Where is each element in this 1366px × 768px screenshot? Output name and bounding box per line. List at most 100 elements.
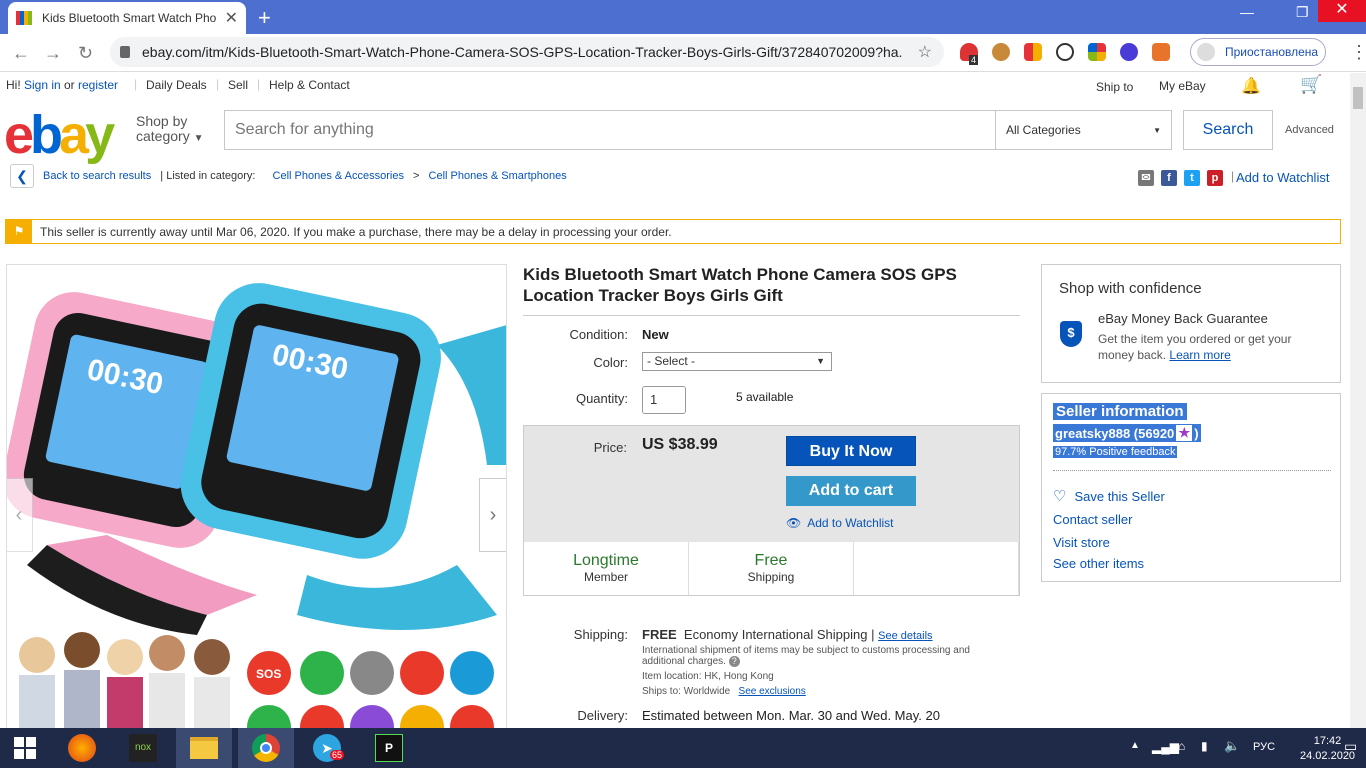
- contact-seller-link[interactable]: Contact seller: [1053, 512, 1132, 527]
- seller-name-link[interactable]: greatsky888: [1055, 426, 1130, 441]
- ship-to-link[interactable]: Ship to: [1096, 80, 1133, 94]
- signal-icon[interactable]: ▂▄▆: [1152, 740, 1179, 754]
- quantity-label: Quantity:: [575, 391, 628, 406]
- browser-menu-icon[interactable]: ⋮: [1350, 42, 1366, 63]
- back-to-results-link[interactable]: Back to search results: [43, 170, 151, 182]
- volume-icon[interactable]: 🔈: [1224, 738, 1240, 754]
- badge-row: Longtime Member Free Shipping: [524, 542, 1019, 595]
- telegram-badge: 65: [330, 750, 345, 760]
- help-icon[interactable]: ?: [728, 656, 740, 667]
- back-chevron-icon[interactable]: ❮: [10, 164, 34, 188]
- search-button[interactable]: Search: [1183, 110, 1273, 150]
- scrollbar-thumb[interactable]: [1353, 87, 1363, 109]
- add-to-watchlist-link-top[interactable]: Add to Watchlist: [1236, 170, 1329, 185]
- ebay-logo[interactable]: ebay: [4, 104, 115, 166]
- pinterest-icon[interactable]: p: [1207, 170, 1223, 186]
- sell-link[interactable]: Sell: [228, 78, 248, 92]
- tab-title: Kids Bluetooth Smart Watch Pho: [42, 11, 217, 25]
- page-scrollbar[interactable]: [1350, 73, 1366, 728]
- eye-icon: 👁: [786, 516, 802, 530]
- address-bar[interactable]: ebay.com/itm/Kids-Bluetooth-Smart-Watch-…: [110, 37, 944, 67]
- profile-button[interactable]: Приостановлена: [1190, 38, 1326, 66]
- forward-arrow-icon[interactable]: →: [44, 43, 62, 64]
- colorful-extension-icon[interactable]: [1088, 43, 1106, 61]
- image-prev-arrow[interactable]: ‹: [7, 478, 33, 552]
- breadcrumb-separator: >: [413, 170, 420, 182]
- cookie-extension-icon[interactable]: [992, 43, 1010, 61]
- minimize-button[interactable]: —: [1240, 4, 1254, 20]
- new-tab-button[interactable]: +: [258, 5, 271, 31]
- s-extension-icon[interactable]: [1120, 43, 1138, 61]
- available-count: 5 available: [736, 390, 794, 404]
- add-to-cart-button[interactable]: Add to cart: [786, 476, 916, 506]
- color-select[interactable]: - Select - ▼: [642, 352, 832, 371]
- product-image-panel[interactable]: 00:30 00:30 SOS ‹ ›: [6, 264, 507, 734]
- close-window-button[interactable]: ✕: [1318, 0, 1366, 22]
- browser-toolbar: ← → ↻ ebay.com/itm/Kids-Bluetooth-Smart-…: [0, 34, 1366, 72]
- cart-icon[interactable]: 🛒: [1300, 74, 1322, 95]
- daily-deals-link[interactable]: Daily Deals: [146, 78, 207, 92]
- chevron-down-icon: ▼: [816, 356, 825, 366]
- bell-icon[interactable]: 🔔: [1241, 76, 1261, 96]
- see-details-link[interactable]: See details: [878, 630, 932, 642]
- profile-label: Приостановлена: [1225, 45, 1319, 59]
- condition-label: Condition:: [569, 327, 628, 342]
- clock[interactable]: 17:42 24.02.2020: [1300, 734, 1355, 764]
- positive-feedback[interactable]: 97.7% Positive feedback: [1053, 446, 1178, 458]
- p-app-icon[interactable]: P: [364, 728, 414, 768]
- category-link-2[interactable]: Cell Phones & Smartphones: [429, 170, 567, 182]
- flag-icon: ⚑: [6, 220, 32, 243]
- seller-information-box: Seller information greatsky888 (56920 ★ …: [1041, 393, 1341, 582]
- advanced-search-link[interactable]: Advanced: [1285, 124, 1334, 136]
- twitter-icon[interactable]: t: [1184, 170, 1200, 186]
- house-extension-icon[interactable]: [1152, 43, 1170, 61]
- nox-icon[interactable]: nox: [118, 728, 168, 768]
- email-icon[interactable]: ✉: [1138, 170, 1154, 186]
- image-next-arrow[interactable]: ›: [479, 478, 506, 552]
- reload-icon[interactable]: ↻: [78, 43, 93, 64]
- facebook-icon[interactable]: f: [1161, 170, 1177, 186]
- shipping-line: FREE Economy International Shipping | Se…: [642, 627, 933, 642]
- dark-extension-icon[interactable]: [1056, 43, 1074, 61]
- search-input[interactable]: Search for anything: [225, 111, 995, 149]
- language-indicator[interactable]: РУС: [1253, 741, 1275, 753]
- alert-text: This seller is currently away until Mar …: [40, 224, 672, 239]
- category-link-1[interactable]: Cell Phones & Accessories: [273, 170, 404, 182]
- save-seller-link[interactable]: ♡ Save this Seller: [1053, 487, 1165, 505]
- help-contact-link[interactable]: Help & Contact: [269, 78, 350, 92]
- flag-extension-icon[interactable]: [1024, 43, 1042, 61]
- chevron-down-icon: ▼: [193, 133, 204, 144]
- learn-more-link[interactable]: Learn more: [1169, 348, 1230, 362]
- windows-taskbar: nox ➤ 65 P ▲ ▂▄▆ ⌂ ▮ 🔈 РУС ▭: [0, 728, 1366, 768]
- chrome-icon[interactable]: [238, 728, 294, 768]
- see-other-items-link[interactable]: See other items: [1053, 556, 1144, 571]
- feedback-score[interactable]: (56920: [1134, 426, 1174, 441]
- shop-by-category-button[interactable]: Shop by category ▼: [136, 114, 204, 146]
- bookmark-star-icon[interactable]: ☆: [918, 42, 932, 62]
- buy-it-now-button[interactable]: Buy It Now: [786, 436, 916, 466]
- telegram-icon[interactable]: ➤ 65: [302, 728, 352, 768]
- restore-button[interactable]: ❐: [1296, 4, 1309, 21]
- see-exclusions-link[interactable]: See exclusions: [739, 686, 806, 697]
- windows-start-icon[interactable]: [0, 728, 50, 768]
- firefox-icon[interactable]: [57, 728, 107, 768]
- register-link[interactable]: register: [78, 78, 118, 92]
- my-ebay-link[interactable]: My eBay: [1159, 79, 1206, 93]
- star-icon: ★: [1176, 425, 1193, 441]
- sign-in-link[interactable]: Sign in: [24, 78, 61, 92]
- visit-store-link[interactable]: Visit store: [1053, 535, 1110, 550]
- quantity-input[interactable]: 1: [642, 386, 686, 414]
- file-explorer-icon[interactable]: [176, 728, 232, 768]
- price-value: US $38.99: [642, 436, 718, 453]
- tab-close-icon[interactable]: ✕: [225, 8, 238, 28]
- shop-with-confidence-box: Shop with confidence $ eBay Money Back G…: [1041, 264, 1341, 383]
- category-select[interactable]: All Categories ▼: [995, 111, 1171, 149]
- back-arrow-icon[interactable]: ←: [12, 43, 30, 64]
- guarantee-desc: Get the item you ordered or get your mon…: [1098, 332, 1292, 362]
- ebay-top-nav: Hi! Sign in or register | Daily Deals | …: [0, 73, 1350, 99]
- browser-tab[interactable]: Kids Bluetooth Smart Watch Pho ✕: [8, 2, 246, 34]
- battery-icon[interactable]: ▮: [1201, 739, 1208, 753]
- add-to-watchlist-link[interactable]: 👁 Add to Watchlist: [786, 516, 894, 530]
- tray-up-arrow-icon[interactable]: ▲: [1130, 740, 1140, 751]
- network-icon[interactable]: ⌂: [1178, 739, 1185, 753]
